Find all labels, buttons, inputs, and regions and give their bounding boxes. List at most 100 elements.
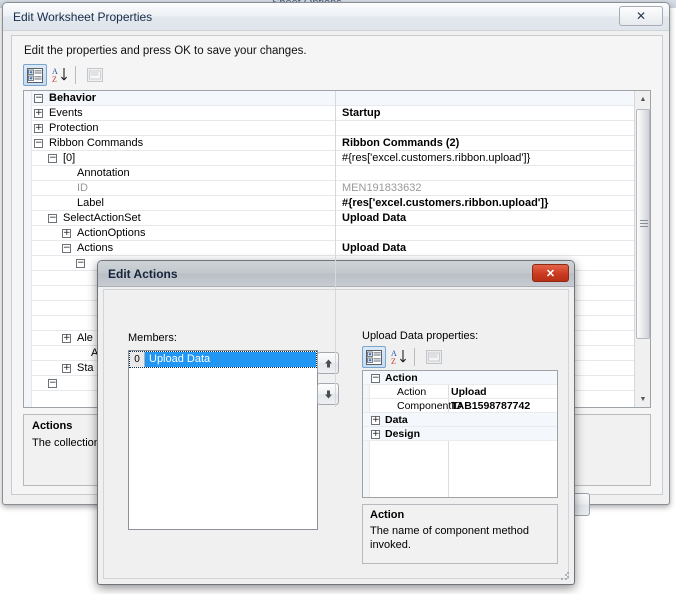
property-name: Events [49, 107, 83, 119]
property-row[interactable]: − [0] #{res['excel.customers.ribbon.upload… [24, 151, 650, 166]
action-property-row[interactable]: Action Upload [363, 385, 557, 399]
collapse-icon[interactable]: − [34, 94, 43, 103]
svg-text:Z: Z [52, 75, 57, 83]
expand-icon[interactable]: + [371, 416, 380, 425]
main-dialog-titlebar[interactable]: Edit Worksheet Properties ✕ [3, 3, 669, 31]
property-name: Annotation [77, 167, 130, 179]
svg-text:Z: Z [391, 357, 396, 365]
expand-icon[interactable]: + [62, 229, 71, 238]
action-property-row[interactable]: − Action [363, 371, 557, 385]
expand-icon[interactable]: + [62, 334, 71, 343]
property-value[interactable]: Upload Data [342, 241, 406, 256]
action-property-name: Data [385, 414, 408, 426]
close-icon[interactable]: ✕ [532, 264, 569, 282]
instruction-text: Edit the properties and press OK to save… [24, 45, 307, 57]
action-property-name: Action [385, 372, 418, 384]
property-row[interactable]: + ActionOptions [24, 226, 650, 241]
property-row[interactable]: + Protection [24, 121, 650, 136]
scroll-up-icon[interactable]: ▲ [635, 91, 650, 107]
property-value[interactable]: #{res['excel.customers.ribbon.upload']} [342, 151, 530, 166]
list-item[interactable]: 0 Upload Data [129, 351, 317, 368]
categorized-view-icon[interactable] [362, 346, 386, 368]
action-description-text: The name of component method invoked. [370, 525, 529, 551]
property-row[interactable]: ID MEN191833632 [24, 181, 650, 196]
arrow-down-icon [324, 390, 332, 398]
edit-actions-body: Members: 0 Upload Data Upload Data proper… [98, 287, 574, 584]
action-grid-rows-container: − Action Action Upload ComponentID TAB1598787… [363, 371, 557, 441]
property-name: Ribbon Commands [49, 137, 144, 149]
grid-vertical-scrollbar[interactable]: ▲ ▼ [634, 91, 650, 407]
alphabetical-sort-icon[interactable]: A Z [49, 64, 73, 86]
property-row[interactable]: − SelectActionSet Upload Data [24, 211, 650, 226]
list-item-index: 0 [130, 352, 145, 367]
property-row[interactable]: Label #{res['excel.customers.ribbon.uploa… [24, 196, 650, 211]
edit-actions-dialog: Edit Actions ✕ Members: 0 Upload Data Up… [97, 260, 575, 585]
grid-left-rail [24, 91, 32, 407]
collapse-icon[interactable]: − [34, 139, 43, 148]
property-value[interactable]: Startup [342, 106, 381, 121]
expand-icon[interactable]: + [34, 124, 43, 133]
action-property-name: Action [397, 386, 427, 398]
resize-grip-icon[interactable] [560, 571, 570, 581]
property-name: Label [77, 197, 104, 209]
property-name: Behavior [49, 92, 97, 104]
property-grid-toolbar: A Z [23, 64, 651, 88]
property-row[interactable]: − Ribbon Commands Ribbon Commands (2) [24, 136, 650, 151]
property-row[interactable]: Annotation [24, 166, 650, 181]
close-icon[interactable]: ✕ [619, 6, 663, 26]
expand-icon[interactable]: + [34, 109, 43, 118]
action-property-value[interactable]: Upload [451, 385, 487, 399]
categorized-view-icon[interactable] [23, 64, 47, 86]
property-name: Protection [49, 122, 99, 134]
collapse-icon[interactable]: − [62, 244, 71, 253]
action-property-row[interactable]: ComponentID TAB1598787742 [363, 399, 557, 413]
members-label: Members: [128, 332, 177, 344]
property-name: ActionOptions [77, 227, 146, 239]
list-item-label: Upload Data [149, 353, 211, 365]
scroll-down-icon[interactable]: ▼ [635, 391, 650, 407]
edit-actions-titlebar[interactable]: Edit Actions ✕ [98, 261, 574, 287]
edit-actions-title: Edit Actions [108, 267, 178, 281]
edit-actions-panel: Members: 0 Upload Data Upload Data proper… [103, 289, 569, 579]
action-property-row[interactable]: + Data [363, 413, 557, 427]
property-pages-icon [83, 64, 107, 86]
collapse-icon[interactable]: − [48, 214, 57, 223]
collapse-icon[interactable]: − [48, 154, 57, 163]
property-name: SelectActionSet [63, 212, 141, 224]
scrollbar-grip-icon [640, 220, 648, 227]
property-name: ID [77, 182, 88, 194]
arrow-up-icon [324, 359, 332, 367]
toolbar-separator [414, 348, 415, 366]
grid-column-splitter[interactable] [335, 91, 336, 407]
expand-icon[interactable]: + [371, 430, 380, 439]
expand-icon[interactable]: + [62, 364, 71, 373]
property-value[interactable]: Upload Data [342, 211, 406, 226]
action-description-title: Action [370, 509, 405, 521]
property-name: Sta [77, 362, 94, 374]
screen: Sheet Options Edit Worksheet Properties … [0, 0, 676, 594]
property-value[interactable]: Ribbon Commands (2) [342, 136, 459, 151]
property-row[interactable]: + Events Startup [24, 106, 650, 121]
main-dialog-title: Edit Worksheet Properties [13, 10, 153, 24]
property-value[interactable]: #{res['excel.customers.ribbon.upload']} [342, 196, 548, 211]
action-property-row[interactable]: + Design [363, 427, 557, 441]
scrollbar-thumb[interactable] [636, 109, 650, 339]
actions-property-toolbar: A Z [362, 346, 557, 368]
properties-label: Upload Data properties: [362, 330, 479, 342]
collapse-icon[interactable]: − [76, 259, 85, 268]
collapse-icon[interactable]: − [48, 379, 57, 388]
property-name: [0] [63, 152, 76, 164]
property-row[interactable]: − Actions Upload Data [24, 241, 650, 256]
alphabetical-sort-icon[interactable]: A Z [388, 346, 412, 368]
collapse-icon[interactable]: − [371, 374, 380, 383]
members-rows-container: 0 Upload Data [129, 351, 317, 368]
toolbar-separator [75, 66, 76, 84]
action-description-pane: Action The name of component method invo… [362, 504, 558, 564]
property-row[interactable]: − Behavior [24, 91, 650, 106]
property-name: Actions [77, 242, 114, 254]
action-property-grid[interactable]: − Action Action Upload ComponentID TAB1598787… [362, 370, 558, 498]
action-property-value[interactable]: TAB1598787742 [451, 399, 530, 413]
members-list[interactable]: 0 Upload Data [128, 350, 318, 530]
property-value[interactable]: MEN191833632 [342, 181, 422, 196]
property-name: Ale [77, 332, 93, 344]
